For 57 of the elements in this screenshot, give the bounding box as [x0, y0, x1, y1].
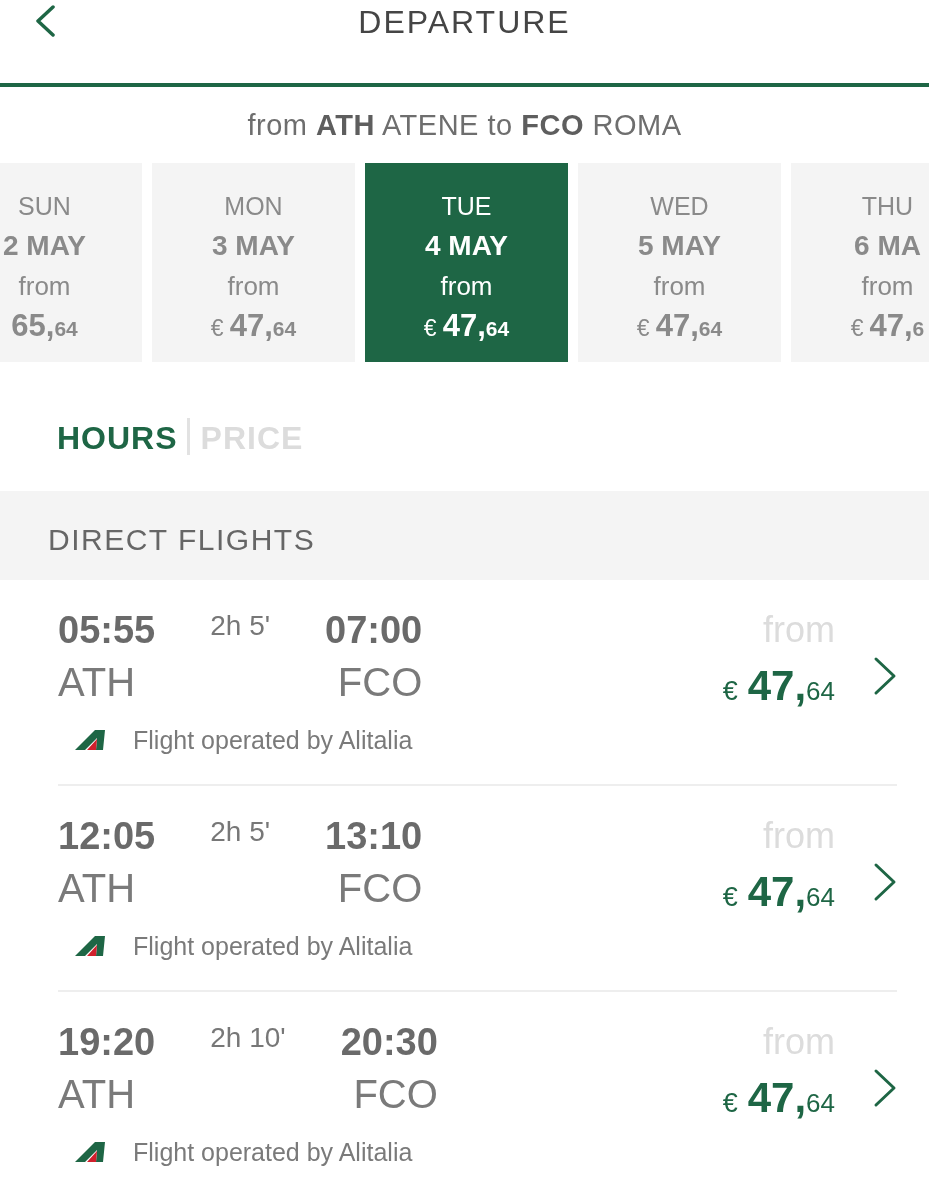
- from-label: from: [861, 270, 914, 303]
- flight-price: € 47,64: [722, 661, 835, 711]
- origin-airport: ATH: [58, 659, 137, 706]
- date-label: 5 MAY: [638, 229, 721, 263]
- arrival-time: 20:30: [340, 1020, 438, 1064]
- destination-airport: FCO: [337, 865, 423, 912]
- departure-time: 05:55: [58, 608, 156, 652]
- date-card[interactable]: THU 6 MA from € 47,6: [791, 163, 929, 362]
- weekday-label: WED: [650, 191, 709, 222]
- destination-airport: FCO: [337, 659, 423, 706]
- date-card[interactable]: WED 5 MAY from € 47,64: [578, 163, 781, 362]
- date-card[interactable]: SUN 2 MAY from 65,64: [0, 163, 142, 362]
- flight-price: € 47,64: [722, 867, 835, 917]
- flight-duration: 2h 5': [210, 815, 271, 849]
- from-label: from: [653, 270, 706, 303]
- flight-duration: 2h 5': [210, 609, 271, 643]
- date-label: 4 MAY: [425, 229, 508, 263]
- price-label: € 47,64: [210, 307, 297, 345]
- operator-label: Flight operated by Alitalia: [133, 1137, 413, 1167]
- weekday-label: THU: [861, 191, 914, 222]
- from-label: from: [227, 270, 280, 303]
- destination-airport: FCO: [353, 1071, 438, 1118]
- price-label: € 47,6: [850, 307, 925, 345]
- from-label: from: [440, 270, 493, 303]
- date-card[interactable]: TUE 4 MAY from € 47,64: [365, 163, 568, 362]
- operator-label: Flight operated by Alitalia: [133, 931, 413, 961]
- from-label: from: [18, 270, 71, 303]
- flight-duration: 2h 10': [210, 1021, 286, 1055]
- date-card[interactable]: MON 3 MAY from € 47,64: [152, 163, 355, 362]
- chevron-right-icon[interactable]: [873, 1068, 897, 1108]
- arrival-time: 13:10: [325, 814, 423, 858]
- weekday-label: SUN: [18, 191, 71, 222]
- price-label: 65,64: [11, 307, 78, 345]
- date-label: 6 MA: [854, 229, 921, 263]
- date-label: 3 MAY: [212, 229, 295, 263]
- flight-price: € 47,64: [722, 1073, 835, 1123]
- weekday-label: MON: [224, 191, 283, 222]
- chevron-right-icon[interactable]: [873, 656, 897, 696]
- origin-airport: ATH: [58, 865, 137, 912]
- operator-label: Flight operated by Alitalia: [133, 725, 413, 755]
- section-title: DIRECT FLIGHTS: [48, 521, 316, 557]
- airline-logo-icon: [75, 1142, 105, 1162]
- departure-time: 19:20: [58, 1020, 156, 1064]
- price-label: € 47,64: [423, 307, 510, 345]
- departure-time: 12:05: [58, 814, 156, 858]
- date-label: 2 MAY: [3, 229, 86, 263]
- sort-tab[interactable]: HOURS: [57, 418, 178, 458]
- origin-airport: ATH: [58, 1071, 137, 1118]
- arrival-time: 07:00: [325, 608, 423, 652]
- airline-logo-icon: [75, 936, 105, 956]
- airline-logo-icon: [75, 730, 105, 750]
- price-label: € 47,64: [636, 307, 723, 345]
- chevron-right-icon[interactable]: [873, 862, 897, 902]
- page-title: DEPARTURE: [358, 3, 571, 42]
- weekday-label: TUE: [441, 191, 492, 222]
- route-summary: from ATH ATENE to FCO ROMA: [247, 108, 682, 142]
- back-icon[interactable]: [34, 5, 56, 37]
